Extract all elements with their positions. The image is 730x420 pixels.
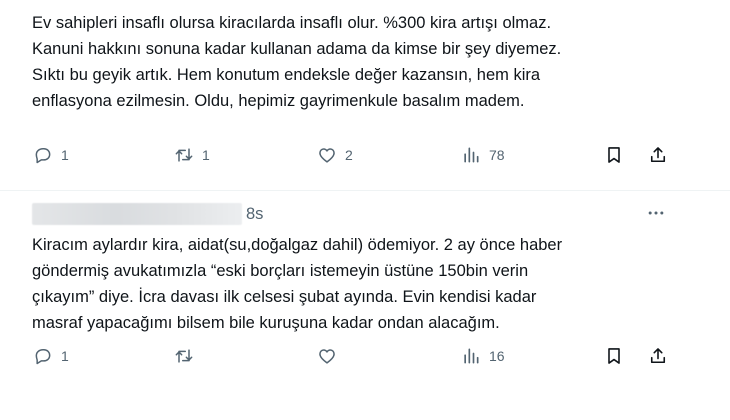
share-button[interactable] xyxy=(648,143,668,167)
tweet-text-line: çıkayım” diye. İcra davası ilk celsesi ş… xyxy=(32,288,537,306)
reply-icon xyxy=(35,349,51,365)
tweet-text: Kiracım aylardır kira, aidat(su,doğalgaz… xyxy=(32,232,670,336)
tweet-text-line: Sıktı bu geyik artık. Hem konutum endeks… xyxy=(32,66,541,84)
tweet-timestamp[interactable]: 8s xyxy=(246,201,263,227)
share-icon xyxy=(650,348,666,364)
repost-button[interactable] xyxy=(174,344,202,368)
repost-button[interactable]: 1 xyxy=(174,143,210,167)
like-button[interactable]: 2 xyxy=(317,143,353,167)
tweet-text-line: enflasyona ezilmesin. Oldu, hepimiz gayr… xyxy=(32,92,525,110)
tweet-1[interactable]: Ev sahipleri insaflı olursa kiracılarda … xyxy=(0,0,730,190)
views-icon xyxy=(464,348,479,364)
reply-button[interactable]: 1 xyxy=(33,143,69,167)
share-icon xyxy=(650,147,666,163)
views-count: 78 xyxy=(489,147,505,163)
bookmark-button[interactable] xyxy=(604,344,624,368)
reply-count: 1 xyxy=(61,147,69,163)
views-count: 16 xyxy=(489,348,505,364)
more-button[interactable] xyxy=(644,201,668,225)
repost-icon xyxy=(175,349,193,363)
heart-icon xyxy=(319,148,335,163)
more-icon xyxy=(648,211,664,215)
tweet-text-line: Ev sahipleri insaflı olursa kiracılarda … xyxy=(32,14,552,32)
action-bar: 1 1 2 78 xyxy=(0,143,730,167)
reply-icon xyxy=(35,148,51,164)
heart-icon xyxy=(319,349,335,364)
bookmark-icon xyxy=(608,147,620,163)
action-bar: 1 16 xyxy=(0,344,730,368)
tweet-2[interactable]: 8s Kiracım aylardır kira, aidat(su,doğal… xyxy=(0,196,730,420)
tweet-text-line: Kanuni hakkını sonuna kadar kullanan ada… xyxy=(32,40,562,58)
reply-button[interactable]: 1 xyxy=(33,344,69,368)
views-button[interactable]: 78 xyxy=(461,143,505,167)
repost-icon xyxy=(175,148,193,162)
blurred-username xyxy=(32,203,242,225)
tweet-text: Ev sahipleri insaflı olursa kiracılarda … xyxy=(32,10,670,114)
tweet-text-line: göndermiş avukatımızla “eski borçları is… xyxy=(32,262,529,280)
like-button[interactable] xyxy=(317,344,345,368)
tweet-header: 8s xyxy=(32,201,712,225)
like-count: 2 xyxy=(345,147,353,163)
tweet-divider xyxy=(0,190,730,191)
repost-count: 1 xyxy=(202,147,210,163)
share-button[interactable] xyxy=(648,344,668,368)
tweet-text-line: Kiracım aylardır kira, aidat(su,doğalgaz… xyxy=(32,236,563,254)
reply-count: 1 xyxy=(61,348,69,364)
bookmark-icon xyxy=(608,348,620,364)
views-button[interactable]: 16 xyxy=(461,344,505,368)
bookmark-button[interactable] xyxy=(604,143,624,167)
views-icon xyxy=(464,147,479,163)
tweet-text-line: masraf yapacağımı bilsem bile kuruşuna k… xyxy=(32,314,500,332)
